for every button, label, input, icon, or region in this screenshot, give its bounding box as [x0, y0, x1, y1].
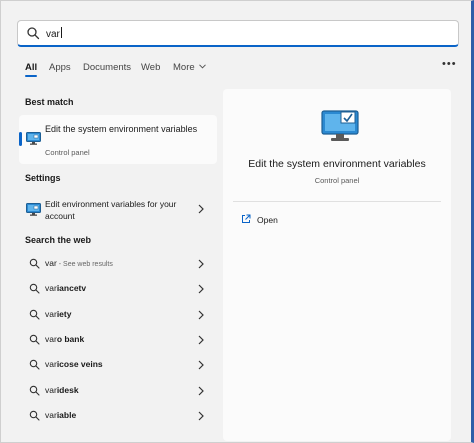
best-match-heading: Best match: [25, 97, 74, 107]
settings-result-label: Edit environment variables for your acco…: [45, 199, 177, 221]
open-action[interactable]: Open: [241, 213, 321, 227]
web-heading: Search the web: [25, 235, 92, 245]
best-match-subtitle: Control panel: [45, 148, 90, 157]
best-match-result[interactable]: Edit the system environment variables Co…: [19, 115, 217, 164]
search-icon: [29, 385, 40, 396]
web-result-item[interactable]: variancetv: [19, 277, 217, 301]
divider: [233, 201, 441, 202]
chevron-right-icon[interactable]: [197, 335, 205, 345]
tab-documents[interactable]: Documents: [83, 62, 131, 73]
web-result-label: variety: [45, 308, 72, 319]
search-window: var All Apps Documents Web More ••• Best…: [0, 0, 474, 443]
search-input[interactable]: var: [46, 27, 62, 40]
chevron-right-icon[interactable]: [197, 204, 205, 214]
search-box[interactable]: var: [17, 20, 459, 47]
detail-title: Edit the system environment variables: [248, 158, 426, 170]
active-tab-indicator: [25, 75, 37, 77]
system-properties-icon: [321, 110, 359, 141]
system-properties-icon: [26, 203, 41, 216]
system-properties-icon: [26, 132, 41, 145]
web-result-label: varidesk: [45, 384, 79, 395]
settings-heading: Settings: [25, 173, 61, 183]
detail-subtitle: Control panel: [314, 176, 360, 185]
detail-panel: Edit the system environment variables Co…: [223, 89, 451, 441]
search-icon: [29, 410, 40, 421]
search-icon: [29, 284, 40, 294]
web-result-item[interactable]: variety: [19, 303, 217, 327]
web-result-label: var - See web results: [45, 258, 113, 268]
search-icon: [29, 334, 40, 345]
web-result-label: variancetv: [45, 283, 87, 294]
chevron-right-icon[interactable]: [197, 386, 205, 396]
chevron-down-icon: [199, 64, 207, 69]
chevron-right-icon[interactable]: [197, 310, 205, 320]
chevron-right-icon[interactable]: [197, 411, 205, 421]
chevron-right-icon[interactable]: [197, 360, 205, 370]
settings-result[interactable]: Edit environment variables for your acco…: [19, 196, 217, 224]
tab-all[interactable]: All: [25, 62, 37, 73]
web-result-label: varo bank: [45, 333, 85, 344]
selection-indicator: [19, 132, 22, 146]
search-icon: [29, 258, 40, 269]
web-result-item[interactable]: varo bank: [19, 328, 217, 352]
chevron-right-icon[interactable]: [197, 284, 205, 294]
search-icon: [27, 27, 40, 40]
web-result-label: variable: [45, 409, 77, 420]
web-result-item[interactable]: var - See web results: [19, 252, 217, 276]
best-match-title: Edit the system environment variables: [45, 124, 198, 134]
web-result-item[interactable]: variable: [19, 404, 217, 428]
web-result-label: varicose veins: [45, 359, 103, 370]
chevron-right-icon[interactable]: [197, 259, 205, 269]
open-external-icon: [242, 214, 251, 223]
search-icon: [29, 309, 40, 320]
web-result-item[interactable]: varicose veins: [19, 353, 217, 377]
web-result-item[interactable]: varidesk: [19, 379, 217, 403]
text-cursor: [60, 27, 62, 38]
more-options-button[interactable]: •••: [442, 58, 457, 70]
tab-more[interactable]: More: [173, 62, 207, 73]
tab-apps[interactable]: Apps: [49, 62, 71, 73]
open-label: Open: [257, 215, 278, 225]
tab-web[interactable]: Web: [141, 62, 160, 73]
search-icon: [29, 359, 40, 370]
